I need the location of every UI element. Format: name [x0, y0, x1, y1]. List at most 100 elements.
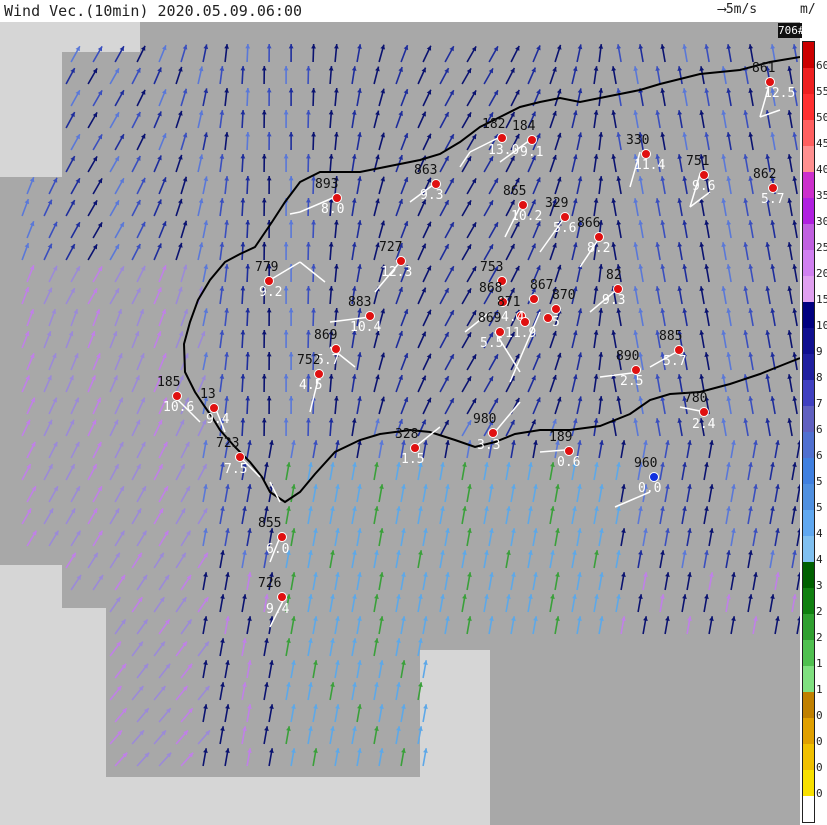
station-marker[interactable]: [497, 133, 507, 143]
colorbar-segment: [803, 718, 814, 745]
colorbar-segment: [803, 250, 814, 277]
wind-vector-map[interactable]: 861 12.5 182 13.0 184 9.1 330 11.4 751 9.6 862 5.7 8…: [0, 22, 800, 825]
scale-reference-label: 5m/s: [725, 2, 758, 17]
station-id: 182: [482, 117, 505, 132]
station-value: 10.4: [350, 320, 381, 335]
station-value: 5.7: [761, 192, 784, 207]
colorbar-segment: [803, 68, 814, 95]
colorbar-segment: [803, 614, 814, 641]
station-id: 862: [753, 167, 776, 182]
station-marker[interactable]: [488, 428, 498, 438]
colorbar-label: 1: [816, 683, 823, 696]
station-marker[interactable]: [277, 592, 287, 602]
station-value: 9.2: [259, 285, 282, 300]
station-value: 9.4: [266, 602, 290, 617]
station-value: 4.5: [299, 378, 322, 393]
colorbar: [802, 41, 815, 823]
station-value: 10.6: [163, 400, 194, 415]
station-id: 780: [684, 391, 707, 406]
station-id: 980: [473, 412, 496, 427]
colorbar-segment: [803, 198, 814, 225]
station-id: 867: [530, 278, 553, 293]
station-value: 2.4: [692, 417, 716, 432]
colorbar-label: 15: [816, 293, 827, 306]
colorbar-segment: [803, 666, 814, 693]
station-marker[interactable]: [551, 304, 561, 314]
station-id: 779: [255, 260, 278, 275]
colorbar-segment: [803, 744, 814, 771]
station-value: 13.0: [488, 143, 519, 158]
station-marker[interactable]: [527, 135, 537, 145]
colorbar-segment: [803, 276, 814, 303]
station-id: 883: [348, 295, 371, 310]
colorbar-segment: [803, 406, 814, 433]
colorbar-segment: [803, 588, 814, 615]
colorbar-label: 0: [816, 735, 823, 748]
station-marker[interactable]: [277, 532, 287, 542]
colorbar-segment: [803, 770, 814, 797]
colorbar-label: 5: [816, 501, 823, 514]
station-value: 12.5: [764, 86, 795, 101]
scale-reference: ⟶5m/s: [718, 2, 757, 17]
colorbar-segment: [803, 432, 814, 459]
colorbar-segment: [803, 484, 814, 511]
colorbar-label: 0: [816, 761, 823, 774]
colorbar-segment: [803, 120, 814, 147]
colorbar-segment: [803, 458, 814, 485]
colorbar-segment: [803, 42, 814, 69]
station-value: 6.0: [266, 542, 289, 557]
colorbar-segment: [803, 172, 814, 199]
station-id: 885: [659, 329, 682, 344]
unit-label: m/: [800, 2, 816, 17]
colorbar-segment: [803, 692, 814, 719]
station-id: 753: [480, 260, 503, 275]
station-id: 13: [200, 387, 216, 402]
station-value: 11.4: [634, 158, 665, 173]
wind-map-window: Wind Vec.(10min) 2020.05.09.06:00 ⟶5m/s …: [0, 0, 827, 825]
colorbar-segment: [803, 328, 814, 355]
station-value: 3.3: [477, 438, 500, 453]
station-value: 10.2: [511, 209, 542, 224]
station-value: 5.7: [663, 354, 686, 369]
station-value: 9.1: [520, 145, 543, 160]
station-marker[interactable]: [235, 452, 245, 462]
station-marker[interactable]: [529, 294, 539, 304]
station-id: 865: [503, 184, 526, 199]
station-value: 7.5: [224, 462, 247, 477]
colorbar-label: 25: [816, 241, 827, 254]
colorbar-label: 20: [816, 267, 827, 280]
station-id: 189: [549, 430, 572, 445]
colorbar-label: 4: [816, 553, 823, 566]
station-value: 9.4: [206, 412, 230, 427]
station-value: 12.3: [381, 265, 412, 280]
station-id: 866: [577, 216, 600, 231]
colorbar-segment: [803, 562, 814, 589]
station-value: 11.9: [505, 326, 536, 341]
station-id: 893: [315, 177, 338, 192]
map-title: Wind Vec.(10min) 2020.05.09.06:00: [4, 2, 303, 20]
colorbar-label: 45: [816, 137, 827, 150]
colorbar-segment: [803, 302, 814, 329]
colorbar-label: 0: [816, 709, 823, 722]
station-id: 726: [258, 576, 281, 591]
station-value: 9.3: [602, 293, 625, 308]
colorbar-segment: [803, 354, 814, 381]
colorbar-segment: [803, 796, 814, 822]
colorbar-segment: [803, 146, 814, 173]
arrow-right-icon: ⟶: [718, 2, 726, 17]
colorbar-label: 5: [816, 475, 823, 488]
station-value: 5.5: [480, 336, 503, 351]
station-value: 0.6: [557, 455, 580, 470]
station-marker[interactable]: [699, 407, 709, 417]
colorbar-label: 9: [816, 345, 823, 358]
colorbar-label: 7: [816, 397, 823, 410]
station-value: 8.0: [321, 202, 344, 217]
colorbar-label: 55: [816, 85, 827, 98]
station-id: 329: [545, 196, 568, 211]
colorbar-segment: [803, 536, 814, 563]
station-id: 82: [606, 268, 622, 283]
station-id: 870: [552, 288, 575, 303]
station-id: 184: [512, 119, 536, 134]
colorbar-label: 6: [816, 423, 823, 436]
colorbar-label: 35: [816, 189, 827, 202]
